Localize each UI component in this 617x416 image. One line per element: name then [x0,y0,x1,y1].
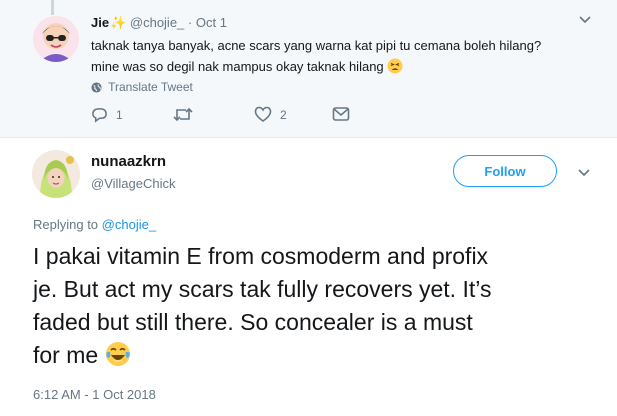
replying-label: Replying to [33,217,99,232]
translate-label: Translate Tweet [108,80,193,94]
separator-dot: · [187,15,193,30]
heart-icon [254,106,272,123]
thread-connector [51,0,54,15]
like-count: 2 [280,107,287,122]
tweet-text-line: faded but still there. So concealer is a… [33,309,473,335]
reply-icon [91,106,108,123]
globe-icon [91,80,108,94]
reply-text-line: mine was so degil nak mampus okay taknak… [91,59,384,74]
handle[interactable]: @chojie_ [130,15,184,30]
display-name[interactable]: nunaazkrn [91,153,166,170]
reply-text-line-with-emoji: mine was so degil nak mampus okay taknak… [91,56,591,80]
face-with-tears-of-joy-icon [105,341,131,376]
reply-count: 1 [116,107,123,122]
reply-text-line: taknak tanya banyak, acne scars yang war… [91,38,542,53]
chevron-down-icon[interactable] [579,15,591,27]
avatar[interactable] [33,16,79,62]
tweet-text-line: je. But act my scars tak fully recovers … [33,276,492,302]
translate-tweet-link[interactable]: Translate Tweet [91,80,193,94]
chevron-down-icon[interactable] [578,168,590,180]
tweet-timestamp[interactable]: 6:12 AM - 1 Oct 2018 [33,387,156,402]
follow-button[interactable]: Follow [453,155,557,187]
tweet-text-line: I pakai vitamin E from cosmoderm and pro… [33,243,489,269]
replying-to: Replying to @chojie_ [33,217,156,232]
sparkles-icon: ✨ [110,15,127,30]
like-action[interactable]: 2 [254,106,287,123]
retweet-action[interactable] [173,106,193,123]
handle[interactable]: @VillageChick [91,176,176,191]
message-icon [332,106,350,122]
reply-text: taknak tanya banyak, acne scars yang war… [91,35,591,80]
reply-action[interactable]: 1 [91,106,123,123]
avatar[interactable] [32,150,80,198]
retweet-icon [173,106,193,123]
tweet-text: I pakai vitamin E from cosmoderm and pro… [33,240,611,376]
mention-link[interactable]: @chojie_ [102,217,156,232]
tweet-text-line-with-emoji: for me [33,339,611,376]
display-name[interactable]: Jie [91,15,109,30]
parent-tweet[interactable]: Jie✨ @chojie_ · Oct 1 taknak tanya banya… [0,0,617,138]
direct-message-action[interactable] [332,106,350,122]
tweet-date[interactable]: Oct 1 [196,15,227,30]
reply-author-row: Jie✨ @chojie_ · Oct 1 [91,15,227,31]
tired-face-icon [387,58,403,80]
tweet-text-line: for me [33,342,99,368]
